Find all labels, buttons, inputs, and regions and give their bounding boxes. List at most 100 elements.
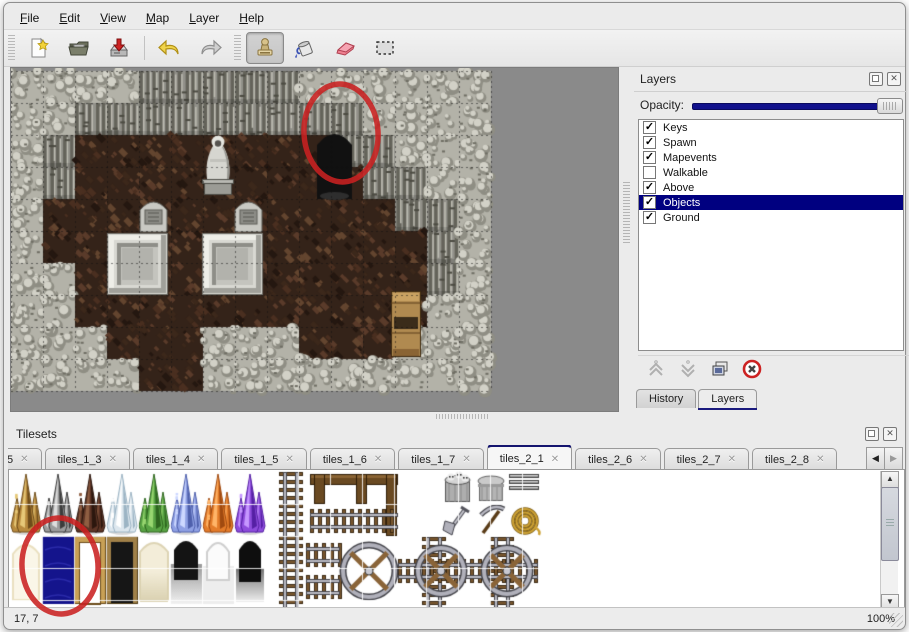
close-tab-icon[interactable]: ✕ xyxy=(20,454,28,465)
redo-button[interactable] xyxy=(191,32,229,64)
tileset-tab-tiles_2_7[interactable]: tiles_2_7 ✕ xyxy=(664,448,749,470)
toolbar-separator xyxy=(144,36,145,60)
select-tool-button[interactable] xyxy=(366,32,404,64)
tileset-tabbar: 5✕tiles_1_3✕tiles_1_4✕tiles_1_5✕tiles_1_… xyxy=(8,445,905,471)
dock-tab-layers[interactable]: Layers xyxy=(698,389,757,408)
scroll-up-arrow[interactable]: ▲ xyxy=(881,471,899,488)
toolbar-grip[interactable] xyxy=(8,35,15,61)
tileset-tab-tiles_1_6[interactable]: tiles_1_6 ✕ xyxy=(310,448,395,470)
tileset-tab-tiles_1_4[interactable]: tiles_1_4 ✕ xyxy=(133,448,218,470)
menu-item-layer[interactable]: Layer xyxy=(179,9,229,27)
layer-row-spawn[interactable]: ✓ Spawn xyxy=(639,135,903,150)
fill-tool-button[interactable] xyxy=(286,32,324,64)
close-tab-icon[interactable]: ✕ xyxy=(285,454,293,465)
undo-button[interactable] xyxy=(151,32,189,64)
splitter-grip xyxy=(436,414,488,419)
layer-name: Ground xyxy=(663,212,700,224)
tileset-tab-tiles_2_6[interactable]: tiles_2_6✕ xyxy=(575,448,660,470)
close-tab-icon[interactable]: ✕ xyxy=(728,454,736,465)
tileset-tab-tiles_1_5[interactable]: tiles_1_5 ✕ xyxy=(221,448,306,470)
scrollbar-thumb[interactable] xyxy=(881,487,899,561)
map-canvas[interactable] xyxy=(11,68,616,409)
cursor-coordinates: 17, 7 xyxy=(14,613,38,625)
move-layer-up-button[interactable] xyxy=(646,359,666,384)
save-button[interactable] xyxy=(100,32,138,64)
layer-visibility-checkbox[interactable]: ✓ xyxy=(643,121,656,134)
tab-label: tiles_2_7 xyxy=(677,454,721,466)
tileset-canvas[interactable] xyxy=(10,471,882,612)
layer-visibility-checkbox[interactable]: ✓ xyxy=(643,211,656,224)
tab-label: tiles_2_1 xyxy=(500,453,544,465)
layer-visibility-checkbox[interactable]: ✓ xyxy=(643,196,656,209)
layer-visibility-checkbox[interactable]: ✓ xyxy=(643,181,656,194)
close-tab-icon[interactable]: ✕ xyxy=(109,454,117,465)
tileset-tab-tiles_1_7[interactable]: tiles_1_7✕ xyxy=(398,448,483,470)
new-file-icon xyxy=(27,36,51,60)
close-tab-icon[interactable]: ✕ xyxy=(197,454,205,465)
layers-panel-title: Layers xyxy=(640,72,676,86)
tileset-tab-tiles_1_3[interactable]: tiles_1_3✕ xyxy=(45,448,130,470)
layer-buttons xyxy=(638,355,909,386)
dock-tab-history[interactable]: History xyxy=(636,389,696,408)
eraser-tool-button[interactable] xyxy=(326,32,364,64)
layer-row-ground[interactable]: ✓ Ground xyxy=(639,210,903,225)
menu-item-map[interactable]: Map xyxy=(136,9,179,27)
layer-name: Spawn xyxy=(663,137,697,149)
tileset-content: ▲ ▼ xyxy=(8,469,905,612)
layer-name: Walkable xyxy=(663,167,708,179)
menu-item-edit[interactable]: Edit xyxy=(49,9,90,27)
close-panel-icon[interactable]: ✕ xyxy=(883,427,897,441)
menubar: FileEditViewMapLayerHelp xyxy=(10,7,274,29)
close-tab-icon[interactable]: ✕ xyxy=(639,454,647,465)
layer-row-mapevents[interactable]: ✓Mapevents xyxy=(639,150,903,165)
layers-panel: Layers ✕ Opacity: ✓Keys✓Spawn✓MapeventsW… xyxy=(634,67,907,413)
close-panel-icon[interactable]: ✕ xyxy=(887,72,901,86)
tileset-tab-tiles_2_1[interactable]: tiles_2_1 ✕ xyxy=(487,445,572,471)
layer-row-above[interactable]: ✓Above xyxy=(639,180,903,195)
scroll-tabs-right-button[interactable]: ▶ xyxy=(885,447,903,470)
move-layer-down-button[interactable] xyxy=(678,359,698,384)
close-tab-icon[interactable]: ✕ xyxy=(816,454,824,465)
stamp-tool-button[interactable] xyxy=(246,32,284,64)
layer-list: ✓Keys✓Spawn✓MapeventsWalkable✓Above✓Obje… xyxy=(638,119,904,351)
menu-item-help[interactable]: Help xyxy=(229,9,274,27)
menu-item-file[interactable]: File xyxy=(10,9,49,27)
layer-row-keys[interactable]: ✓Keys xyxy=(639,120,903,135)
window-resize-grip[interactable] xyxy=(889,613,903,627)
tab-label: tiles_1_4 xyxy=(146,454,190,466)
duplicate-layer-button[interactable] xyxy=(710,359,730,384)
new-map-button[interactable] xyxy=(20,32,58,64)
tileset-tab-tiles_2_8[interactable]: tiles_2_8✕ xyxy=(752,448,837,470)
save-icon xyxy=(107,36,131,60)
tab-label: tiles_1_6 xyxy=(323,454,367,466)
eraser-icon xyxy=(332,36,358,60)
tileset-tab-5[interactable]: 5✕ xyxy=(8,448,42,470)
delete-layer-button[interactable] xyxy=(742,359,762,384)
dock-tabbar: HistoryLayers xyxy=(636,389,759,408)
layer-row-objects[interactable]: ✓Objects xyxy=(639,195,903,210)
menu-item-view[interactable]: View xyxy=(90,9,136,27)
slider-handle[interactable] xyxy=(877,98,903,114)
close-tab-icon[interactable]: ✕ xyxy=(374,454,382,465)
tab-scroll-buttons: ◀ ▶ xyxy=(866,447,903,470)
map-viewport xyxy=(10,67,619,412)
layer-visibility-checkbox[interactable] xyxy=(643,166,656,179)
tileset-vertical-scrollbar[interactable]: ▲ ▼ xyxy=(880,471,898,611)
slider-groove xyxy=(692,103,903,110)
float-panel-icon[interactable] xyxy=(869,72,883,86)
tilesets-panel: Tilesets ✕ 5✕tiles_1_3✕tiles_1_4✕tiles_1… xyxy=(8,422,905,613)
open-button[interactable] xyxy=(60,32,98,64)
close-tab-icon[interactable]: ✕ xyxy=(462,454,470,465)
close-tab-icon[interactable]: ✕ xyxy=(551,454,559,465)
layer-row-walkable[interactable]: Walkable xyxy=(639,165,903,180)
toolbar-grip[interactable] xyxy=(234,35,241,61)
float-panel-icon[interactable] xyxy=(865,427,879,441)
layer-visibility-checkbox[interactable]: ✓ xyxy=(643,151,656,164)
horizontal-splitter[interactable] xyxy=(8,412,905,421)
scroll-tabs-left-button[interactable]: ◀ xyxy=(866,447,885,470)
layer-visibility-checkbox[interactable]: ✓ xyxy=(643,136,656,149)
vertical-splitter[interactable] xyxy=(620,67,633,412)
opacity-slider[interactable] xyxy=(692,97,903,113)
tab-label: tiles_1_5 xyxy=(234,454,278,466)
tab-label: 5 xyxy=(8,454,13,466)
